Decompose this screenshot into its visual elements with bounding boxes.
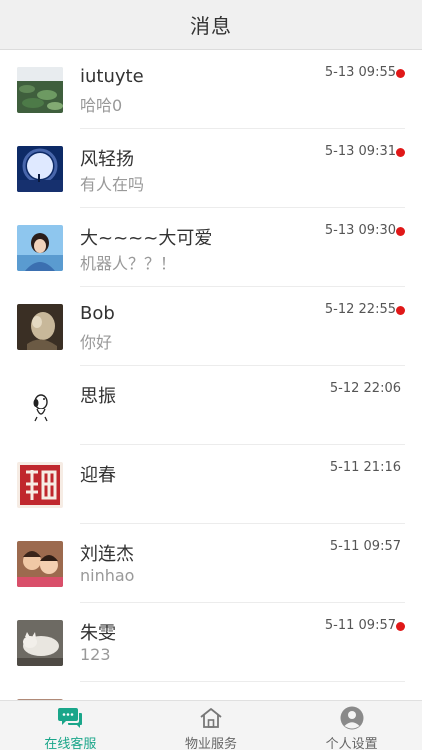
conversation-row[interactable]: 思振 5-12 22:06 [0, 366, 422, 445]
conversation-row[interactable]: 风轻扬 有人在吗 5-13 09:31 [0, 129, 422, 208]
contact-name: 迎春 [80, 465, 116, 486]
avatar [17, 146, 63, 192]
message-preview: 有人在吗 [80, 175, 145, 194]
bottom-tab-bar: 在线客服 物业服务 个人设置 [0, 700, 422, 750]
conversation-row[interactable]: 迎春 5-11 21:16 [0, 445, 422, 524]
top-nav-bar: 消息 [0, 0, 422, 50]
avatar [17, 383, 63, 429]
message-time: 5-12 22:55 [324, 302, 396, 317]
conversation-row[interactable]: 刘连杰 ninhao 5-11 09:57 [0, 524, 422, 603]
unread-dot-icon [396, 69, 405, 78]
house-icon [198, 706, 224, 730]
tab-label: 物业服务 [185, 737, 238, 750]
message-preview: 机器人？？！ [80, 254, 177, 273]
conversation-row[interactable]: 大~~~~大可爱 机器人？？！ 5-13 09:30 [0, 208, 422, 287]
contact-name: 大~~~~大可爱 [80, 228, 213, 249]
message-preview: 你好 [80, 333, 113, 352]
message-time: 5-13 09:55 [324, 65, 396, 80]
message-time: 5-11 21:16 [329, 460, 401, 475]
unread-dot-icon [396, 148, 405, 157]
conversation-list[interactable]: iutuyte 哈哈0 5-13 09:55 风轻扬 有人在吗 5-13 09:… [0, 50, 422, 700]
contact-name: iutuyte [80, 66, 144, 87]
avatar [17, 67, 63, 113]
conversation-row[interactable]: iutuyte 哈哈0 5-13 09:55 [0, 50, 422, 129]
message-preview: ninhao [80, 566, 135, 585]
chat-bubble-icon [57, 706, 83, 730]
contact-name: 朱雯 [80, 623, 116, 644]
avatar [17, 462, 63, 508]
unread-dot-icon [396, 306, 405, 315]
contact-name: Bob [80, 303, 115, 324]
page-title: 消息 [190, 14, 232, 38]
message-preview: 123 [80, 645, 111, 664]
unread-dot-icon [396, 622, 405, 631]
message-time: 5-13 09:30 [324, 223, 396, 238]
avatar [17, 304, 63, 350]
conversation-row[interactable]: 朱雯 123 5-11 09:57 [0, 603, 422, 682]
avatar [17, 620, 63, 666]
message-time: 5-11 09:57 [324, 618, 396, 633]
contact-name: 风轻扬 [80, 149, 134, 170]
contact-name: 刘连杰 [80, 544, 134, 565]
avatar [17, 541, 63, 587]
tab-property-service[interactable]: 物业服务 [141, 701, 282, 750]
message-time: 5-12 22:06 [329, 381, 401, 396]
tab-label: 个人设置 [325, 737, 378, 750]
avatar [17, 225, 63, 271]
unread-dot-icon [396, 227, 405, 236]
person-icon [339, 706, 365, 730]
tab-online-service[interactable]: 在线客服 [0, 701, 141, 750]
conversation-row[interactable]: Bob 你好 5-12 22:55 [0, 287, 422, 366]
message-preview: 哈哈0 [80, 96, 123, 115]
tab-personal-settings[interactable]: 个人设置 [281, 701, 422, 750]
contact-name: 思振 [80, 386, 116, 407]
tab-label: 在线客服 [44, 737, 97, 750]
message-time: 5-11 09:57 [329, 539, 401, 554]
conversation-row[interactable] [0, 682, 422, 700]
message-time: 5-13 09:31 [324, 144, 396, 159]
